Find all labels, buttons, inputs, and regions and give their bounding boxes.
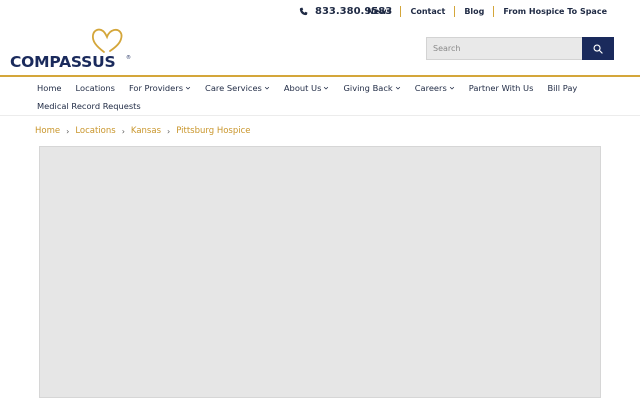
utility-links: News Contact Blog From Hospice To Space	[367, 4, 607, 18]
breadcrumb-kansas[interactable]: Kansas	[131, 126, 161, 136]
nav-item-locations[interactable]: Locations	[69, 83, 122, 93]
phone-icon	[299, 7, 308, 15]
logo-wordmark: COMPASSUS	[10, 53, 116, 71]
compassus-logo[interactable]: COMPASSUS ®	[10, 26, 131, 72]
nav-item-care-services[interactable]: Care Services	[198, 83, 277, 93]
hospice-to-space-link[interactable]: From Hospice To Space	[503, 7, 607, 16]
nav-top-border	[0, 75, 640, 77]
nav-item-about-us[interactable]: About Us	[277, 83, 337, 93]
nav-item-label: For Providers	[128, 82, 184, 93]
nav-row: Medical Record Requests	[30, 97, 630, 114]
nav-item-label: About Us	[283, 82, 322, 93]
blog-link[interactable]: Blog	[464, 7, 484, 16]
search-icon	[593, 43, 603, 54]
breadcrumb-home[interactable]: Home	[35, 126, 60, 136]
nav-item-for-providers[interactable]: For Providers	[122, 83, 198, 93]
breadcrumb-chevron-icon: ›	[167, 126, 171, 136]
breadcrumb-chevron-icon: ›	[121, 126, 125, 136]
chevron-down-icon	[449, 86, 454, 90]
nav-item-label: Locations	[75, 82, 115, 93]
nav-item-label: Home	[37, 82, 62, 93]
nav-item-partner-with-us[interactable]: Partner With Us	[462, 83, 541, 93]
search-input[interactable]	[426, 37, 582, 60]
breadcrumb-locations[interactable]: Locations	[75, 126, 115, 136]
divider	[400, 5, 402, 17]
nav-item-label: Care Services	[205, 82, 262, 93]
news-link[interactable]: News	[367, 7, 391, 16]
heart-logo-icon	[91, 28, 123, 53]
chevron-down-icon	[395, 86, 400, 90]
nav-item-label: Careers	[414, 82, 447, 93]
map-placeholder	[39, 146, 601, 398]
nav-item-label: Medical Record Requests	[37, 100, 141, 111]
chevron-down-icon	[264, 86, 270, 90]
nav-item-bill-pay[interactable]: Bill Pay	[540, 83, 584, 93]
chevron-down-icon	[185, 86, 191, 90]
main-nav: Home Locations For Providers Care Servic…	[30, 79, 630, 114]
nav-item-medical-record-requests[interactable]: Medical Record Requests	[30, 101, 148, 111]
search-form	[426, 37, 614, 60]
search-button[interactable]	[582, 37, 614, 60]
nav-item-label: Partner With Us	[468, 82, 534, 93]
nav-item-home[interactable]: Home	[30, 83, 69, 93]
breadcrumb-current[interactable]: Pittsburg Hospice	[176, 126, 250, 136]
breadcrumb: Home › Locations › Kansas › Pittsburg Ho…	[35, 124, 251, 138]
chevron-down-icon	[324, 86, 329, 90]
nav-item-label: Giving Back	[343, 82, 393, 93]
nav-bottom-border	[0, 115, 640, 116]
registered-mark: ®	[126, 55, 131, 61]
contact-link[interactable]: Contact	[410, 7, 445, 16]
nav-item-label: Bill Pay	[547, 82, 578, 93]
breadcrumb-chevron-icon: ›	[66, 126, 70, 136]
nav-item-careers[interactable]: Careers	[408, 83, 462, 93]
nav-row: Home Locations For Providers Care Servic…	[30, 79, 630, 96]
divider	[493, 5, 495, 17]
divider	[454, 5, 456, 17]
utility-bar: 833.380.9583 News Contact Blog From Hosp…	[0, 0, 640, 22]
nav-item-giving-back[interactable]: Giving Back	[336, 83, 407, 93]
